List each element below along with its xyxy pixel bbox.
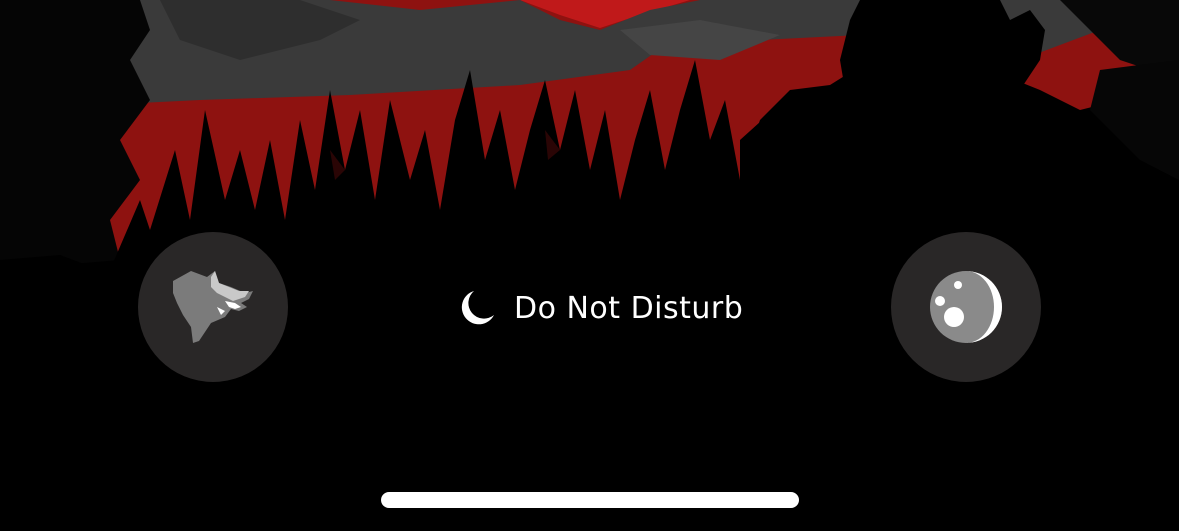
home-indicator-bar[interactable] xyxy=(381,492,799,508)
wolf-head-icon xyxy=(173,271,253,343)
focus-mode-indicator[interactable]: Do Not Disturb xyxy=(458,286,743,330)
shortcut-button-right[interactable] xyxy=(891,232,1041,382)
lock-screen: Do Not Disturb xyxy=(0,0,1179,531)
moon-crescent-icon xyxy=(930,271,1002,343)
shortcut-button-left[interactable] xyxy=(138,232,288,382)
moon-icon xyxy=(461,291,494,325)
focus-mode-label: Do Not Disturb xyxy=(514,290,744,326)
